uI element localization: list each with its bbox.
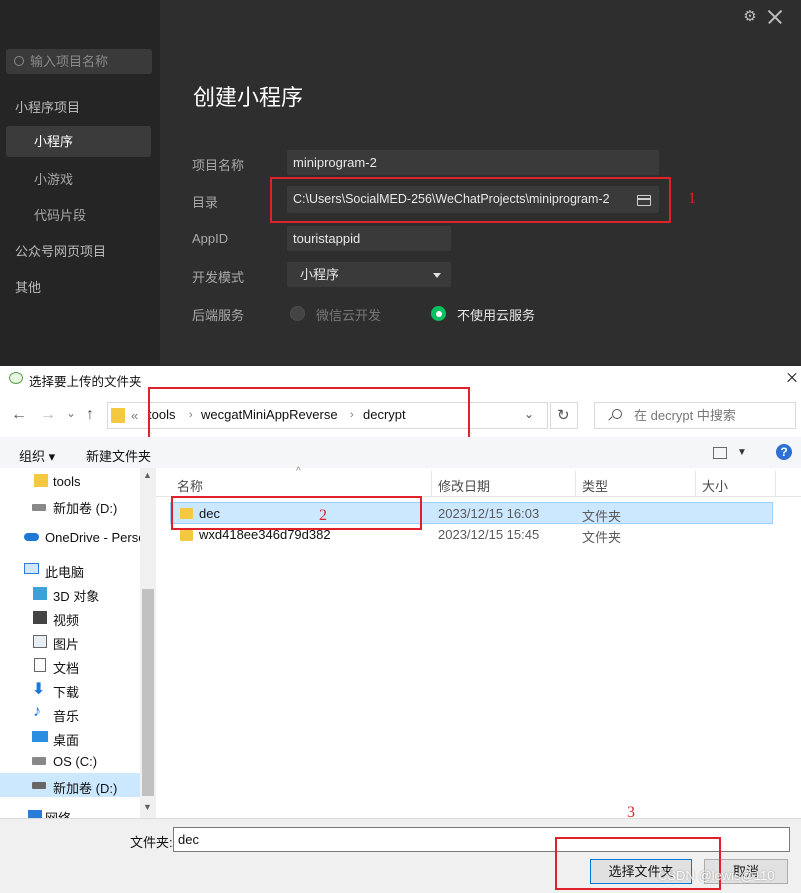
- annotation-box-2: [171, 496, 422, 530]
- folder-name-label: 文件夹:: [130, 835, 173, 850]
- column-separator[interactable]: [775, 471, 776, 497]
- chevron-down-icon[interactable]: ▼: [737, 447, 747, 458]
- annotation-number-2: 2: [319, 507, 327, 524]
- watermark: CSDN @lewis@110: [658, 868, 775, 883]
- close-icon[interactable]: [766, 8, 784, 26]
- search-icon: [14, 56, 24, 66]
- directory-label: 目录: [192, 195, 219, 210]
- folder-icon: [34, 474, 48, 487]
- tree-item-drive-c[interactable]: OS (C:): [53, 754, 97, 769]
- radio-no-cloud[interactable]: [431, 306, 446, 321]
- view-options-icon[interactable]: [713, 447, 727, 459]
- refresh-icon: ↻: [557, 407, 570, 424]
- tree-item-this-pc[interactable]: 此电脑: [45, 562, 84, 581]
- network-icon: [28, 810, 42, 818]
- recent-locations-icon[interactable]: ⌄: [66, 405, 76, 421]
- column-date[interactable]: 修改日期: [438, 476, 490, 495]
- file-type: 文件夹: [582, 530, 622, 545]
- tree-item-drive-d-2[interactable]: 新加卷 (D:): [53, 778, 117, 797]
- appid-label: AppID: [192, 231, 229, 246]
- column-name[interactable]: 名称: [177, 476, 203, 495]
- folder-icon: [180, 530, 193, 541]
- wechat-icon: [9, 372, 23, 384]
- file-date: 2023/12/15 16:03: [438, 506, 540, 521]
- drive-icon: [32, 782, 46, 789]
- sidebar-group-webpage[interactable]: 公众号网页项目: [15, 241, 106, 260]
- column-separator[interactable]: [575, 471, 576, 497]
- video-icon: [33, 611, 47, 624]
- column-separator[interactable]: [431, 471, 432, 497]
- annotation-box-address: [148, 387, 470, 441]
- project-name-input[interactable]: miniprogram-2: [287, 150, 659, 175]
- project-search-input[interactable]: 输入项目名称: [6, 49, 152, 74]
- project-name-label: 项目名称: [192, 158, 245, 173]
- download-icon: ⬇: [32, 681, 46, 698]
- desktop-icon: [32, 731, 48, 742]
- chevron-down-icon: [433, 273, 441, 278]
- back-icon[interactable]: ←: [11, 407, 27, 423]
- gear-icon[interactable]: ⚙: [742, 9, 758, 25]
- sidebar-item-snippet[interactable]: 代码片段: [34, 205, 86, 224]
- sidebar-item-minigame[interactable]: 小游戏: [34, 169, 73, 188]
- tree-item-3d[interactable]: 3D 对象: [53, 586, 99, 605]
- scroll-up-icon[interactable]: ▲: [143, 470, 152, 480]
- column-separator[interactable]: [695, 471, 696, 497]
- close-icon[interactable]: [787, 373, 797, 383]
- organize-button[interactable]: 组织 ▾: [19, 446, 55, 465]
- tree-item-video[interactable]: 视频: [53, 610, 79, 629]
- annotation-number-3: 3: [627, 804, 635, 821]
- file-date: 2023/12/15 15:45: [438, 527, 540, 542]
- tree-item-pictures[interactable]: 图片: [53, 634, 79, 653]
- annotation-number-1: 1: [688, 190, 696, 207]
- annotation-box-1: [270, 177, 671, 223]
- column-type[interactable]: 类型: [582, 476, 608, 495]
- folder-icon: [111, 408, 125, 423]
- tree-item-documents[interactable]: 文档: [53, 658, 79, 677]
- help-icon[interactable]: ?: [776, 444, 792, 460]
- file-type: 文件夹: [582, 509, 622, 524]
- sidebar-item-miniprogram[interactable]: 小程序: [6, 126, 151, 157]
- 3d-objects-icon: [33, 587, 47, 600]
- column-size[interactable]: 大小: [702, 476, 728, 495]
- sidebar-group-miniprogram[interactable]: 小程序项目: [15, 97, 80, 116]
- forward-icon[interactable]: →: [40, 407, 56, 423]
- scroll-down-icon[interactable]: ▼: [143, 802, 152, 812]
- pictures-icon: [33, 635, 47, 648]
- radio-cloud-dev-label: 微信云开发: [316, 308, 382, 323]
- computer-icon: [24, 563, 39, 574]
- dialog-title: 选择要上传的文件夹: [29, 375, 142, 389]
- onedrive-icon: [24, 533, 39, 541]
- new-folder-button[interactable]: 新建文件夹: [86, 446, 151, 465]
- backend-label: 后端服务: [192, 308, 245, 323]
- tree-item-onedrive[interactable]: OneDrive - Perso: [45, 530, 140, 545]
- documents-icon: [34, 658, 46, 672]
- drive-icon: [32, 757, 46, 765]
- dev-mode-label: 开发模式: [192, 270, 245, 285]
- chevron-down-icon[interactable]: ⌄: [524, 407, 534, 421]
- tree-item-network[interactable]: 网络: [45, 808, 71, 818]
- tree-scrollbar-thumb[interactable]: [142, 589, 154, 796]
- radio-no-cloud-label: 不使用云服务: [457, 308, 536, 323]
- breadcrumb-overflow[interactable]: «: [131, 408, 138, 423]
- radio-cloud-dev[interactable]: [290, 306, 305, 321]
- tree-item-tools[interactable]: tools: [53, 474, 80, 489]
- search-input[interactable]: 在 decrypt 中搜索: [594, 402, 796, 429]
- appid-input[interactable]: touristappid: [287, 226, 451, 251]
- tree-item-downloads[interactable]: 下载: [53, 682, 79, 701]
- page-title: 创建小程序: [193, 85, 304, 110]
- up-folder-icon[interactable]: ↑: [86, 407, 94, 423]
- sort-indicator-icon: ^: [296, 466, 301, 477]
- search-icon: [612, 409, 622, 419]
- music-icon: ♪: [33, 703, 41, 720]
- tree-item-music[interactable]: 音乐: [53, 706, 79, 725]
- drive-icon: [32, 504, 46, 511]
- dev-mode-select[interactable]: 小程序: [287, 262, 451, 287]
- tree-item-drive-d[interactable]: 新加卷 (D:): [53, 498, 117, 517]
- tree-item-desktop[interactable]: 桌面: [53, 730, 79, 749]
- sidebar-group-other[interactable]: 其他: [15, 277, 41, 296]
